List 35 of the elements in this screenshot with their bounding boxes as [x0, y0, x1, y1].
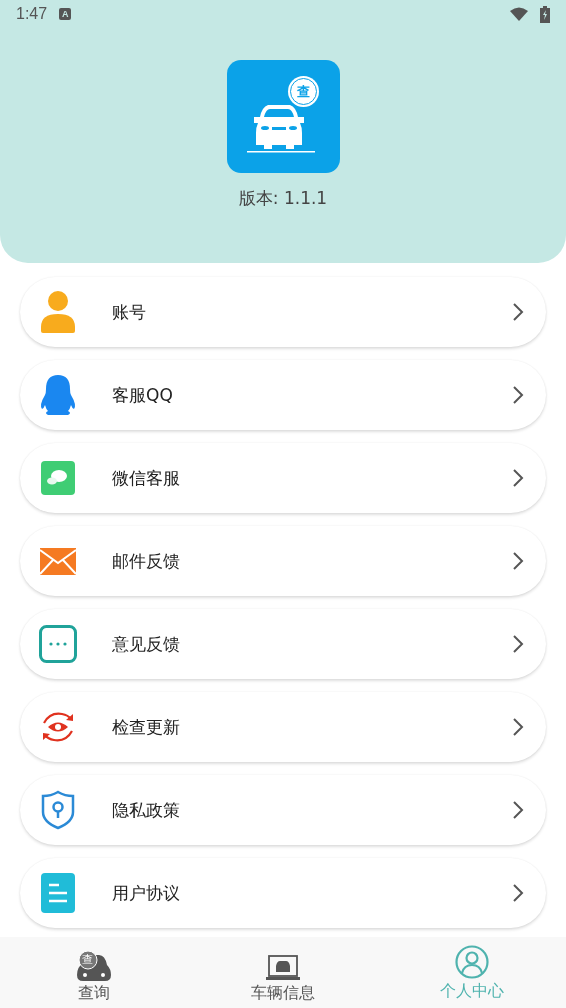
app-icon-badge: 查	[289, 78, 317, 105]
person-icon	[39, 291, 77, 333]
chevron-right-icon	[512, 800, 524, 820]
wifi-icon	[510, 7, 528, 21]
chevron-right-icon	[512, 468, 524, 488]
nav-tab[interactable]: 查 查询	[0, 937, 189, 1008]
penguin-icon	[39, 375, 77, 415]
nav-tab[interactable]: 车辆信息	[188, 937, 378, 1008]
menu-item[interactable]: 隐私政策	[20, 775, 546, 845]
status-time: 1:47	[16, 5, 48, 23]
menu-item[interactable]: 意见反馈	[20, 609, 546, 679]
menu-item[interactable]: 用户协议	[20, 858, 546, 928]
menu-item[interactable]: 微信客服	[20, 443, 546, 513]
envelope-icon	[40, 547, 76, 575]
refresh-eye-icon	[40, 710, 76, 744]
shield-icon	[41, 790, 75, 830]
chevron-right-icon	[512, 302, 524, 322]
chevron-right-icon	[512, 717, 524, 737]
chevron-right-icon	[512, 551, 524, 571]
notification-icon: A	[59, 8, 72, 20]
menu-item[interactable]: 邮件反馈	[20, 526, 546, 596]
menu-item[interactable]: 客服QQ	[20, 360, 546, 430]
chevron-right-icon	[512, 883, 524, 903]
chat-icon	[41, 461, 75, 495]
version-text: 版本: 1.1.1	[238, 187, 328, 210]
chevron-right-icon	[512, 385, 524, 405]
menu-item[interactable]: 检查更新	[20, 692, 546, 762]
battery-icon	[540, 5, 550, 23]
document-icon	[41, 873, 75, 913]
badge-text: 查	[82, 954, 94, 966]
chevron-right-icon	[512, 634, 524, 654]
laptop-car-icon	[266, 955, 300, 981]
menu-item[interactable]: 账号	[20, 277, 546, 347]
person-circle-icon	[454, 945, 489, 979]
dots-icon	[39, 625, 77, 663]
